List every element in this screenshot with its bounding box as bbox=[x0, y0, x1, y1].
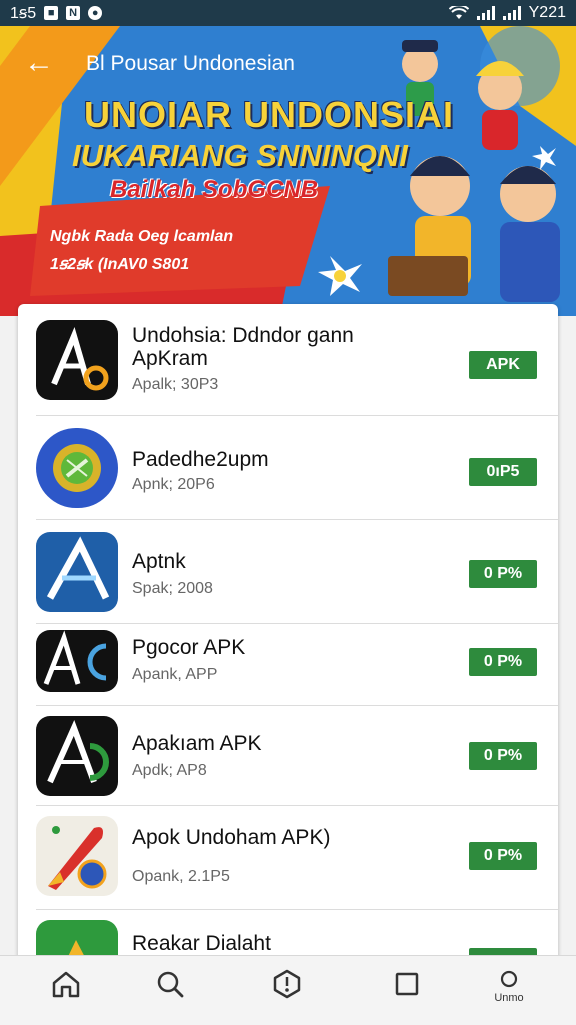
app-subtitle: Apnk; 20P6 bbox=[132, 476, 215, 493]
status-right: Y221 bbox=[448, 4, 566, 22]
status-left: 1ꞩ5 ■ N ● bbox=[10, 3, 103, 23]
profile-icon bbox=[500, 970, 518, 988]
app-rocket-logo-icon bbox=[36, 816, 118, 896]
back-arrow-icon[interactable]: ← bbox=[24, 48, 54, 78]
search-icon bbox=[157, 971, 184, 998]
app-as-logo-icon bbox=[36, 630, 118, 692]
app-list-item[interactable]: Undohsia: Ddndor gann ApKram Apalk; 30P3… bbox=[18, 304, 558, 416]
promo-line-1: Ngbk Rada Oeg lcamlan bbox=[50, 228, 234, 245]
signal-2-icon bbox=[502, 6, 521, 20]
app-list-item[interactable]: Apakıam APK Apdk; AP8 0 P% bbox=[18, 706, 558, 806]
hero-title: Bl Pousar Undonesian bbox=[86, 52, 295, 75]
hero-tagline: Bailkah SobGCNB bbox=[110, 176, 319, 203]
app-name: Apakıam APK bbox=[132, 732, 262, 755]
square-icon bbox=[395, 972, 419, 996]
hero-banner: ← Bl Pousar Undonesian UNOIAR UNDONSIAI … bbox=[0, 26, 576, 316]
hero-subheadline: IUKARIANG SNNINQNI bbox=[72, 138, 408, 173]
home-icon bbox=[52, 971, 80, 998]
app-list-card: Undohsia: Ddndor gann ApKram Apalk; 30P3… bbox=[18, 304, 558, 984]
app-subtitle: Opank, 2.1P5 bbox=[132, 868, 230, 885]
nav-library[interactable] bbox=[382, 968, 432, 1018]
app-name: Aptnk bbox=[132, 550, 186, 573]
nav-profile[interactable]: Unmo bbox=[484, 968, 534, 1018]
app-name: Apok Undoham APK) bbox=[132, 826, 331, 849]
update-icon bbox=[273, 969, 301, 999]
nav-profile-label: Unmo bbox=[494, 992, 524, 1004]
status-time: 1ꞩ5 bbox=[10, 5, 37, 22]
install-button[interactable]: 0ıP5 bbox=[469, 458, 537, 486]
app-a-logo-icon bbox=[36, 320, 118, 400]
bottom-navigation: Unmo bbox=[0, 955, 576, 1025]
app-list-item[interactable]: Apok Undoham APK) Opank, 2.1P5 0 P% bbox=[18, 806, 558, 910]
signal-icon bbox=[476, 6, 495, 20]
app-name: Reakar Dialaht bbox=[132, 932, 271, 955]
promo-line-2: 1ꞩ2ꞩk (InAV0 S801 bbox=[50, 256, 190, 273]
app-name: Undohsia: Ddndor gann ApKram bbox=[132, 324, 354, 370]
app-list-item[interactable]: Padedhe2upm Apnk; 20P6 0ıP5 bbox=[18, 416, 558, 520]
install-button[interactable]: 0 P% bbox=[469, 742, 537, 770]
install-button[interactable]: 0 P% bbox=[469, 842, 537, 870]
app-name: Pgocor APK bbox=[132, 636, 246, 659]
app-subtitle: Apank, APP bbox=[132, 666, 218, 683]
app-subtitle: Apalk; 30P3 bbox=[132, 376, 219, 393]
hero-headline: UNOIAR UNDONSIAI bbox=[84, 94, 455, 135]
install-button[interactable]: 0 P% bbox=[469, 648, 537, 676]
app-list-item[interactable]: Aptnk Spak; 2008 0 P% bbox=[18, 520, 558, 624]
notification-n-icon: N bbox=[66, 6, 81, 20]
chat-icon: ● bbox=[88, 6, 103, 20]
install-button[interactable]: APK bbox=[469, 351, 537, 379]
install-button[interactable]: 0 P% bbox=[469, 560, 537, 588]
app-a-green-logo-icon bbox=[36, 716, 118, 796]
app-list-item[interactable]: Pgocor APK Apank, APP 0 P% bbox=[18, 624, 558, 706]
app-name: Padedhe2upm bbox=[132, 448, 269, 471]
nav-home[interactable] bbox=[41, 968, 91, 1018]
app-sun-logo-icon bbox=[36, 428, 118, 508]
nav-search[interactable] bbox=[145, 968, 195, 1018]
app-a-blue-logo-icon bbox=[36, 532, 118, 612]
wifi-icon bbox=[448, 6, 469, 19]
nav-updates[interactable] bbox=[262, 968, 312, 1018]
status-right-time: Y221 bbox=[528, 4, 566, 21]
app-subtitle: Apdk; AP8 bbox=[132, 762, 207, 779]
status-bar: 1ꞩ5 ■ N ● Y221 bbox=[0, 0, 576, 26]
notification-icon: ■ bbox=[44, 6, 59, 20]
app-subtitle: Spak; 2008 bbox=[132, 580, 213, 597]
